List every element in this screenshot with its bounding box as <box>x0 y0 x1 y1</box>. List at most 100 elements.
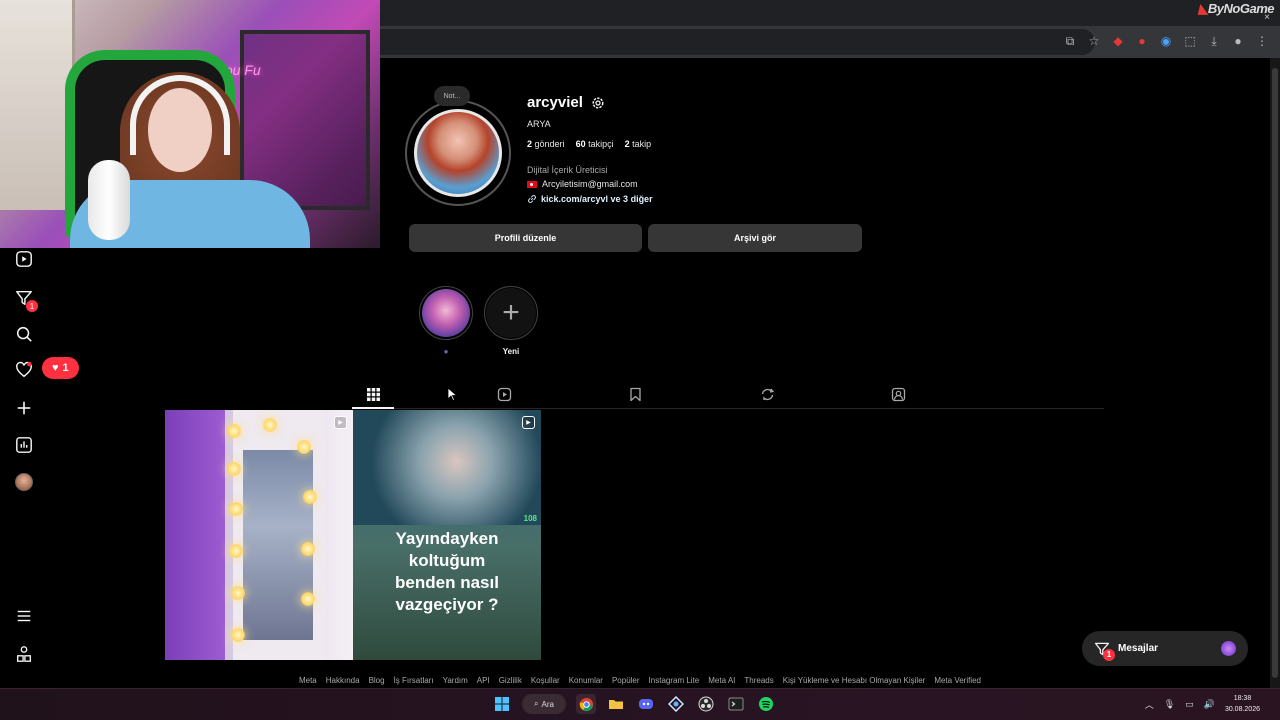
create-plus-icon[interactable] <box>14 398 34 418</box>
terminal-icon[interactable] <box>726 694 746 714</box>
address-bar[interactable] <box>380 29 1095 55</box>
scrollbar-thumb[interactable] <box>1272 68 1278 678</box>
tray-chevron-up-icon[interactable]: ︿ <box>1145 698 1154 711</box>
profile-username: arcyviel <box>527 94 583 111</box>
footer-link[interactable]: Koşullar <box>531 676 560 688</box>
toolbar-icons: ⧉ ☆ ◆ ● ◉ ⬚ ⤓ ● ⋮ <box>1062 33 1270 49</box>
notification-pill[interactable]: ♥ 1 <box>42 357 79 379</box>
heart-icon: ♥ <box>52 362 59 374</box>
avatar <box>15 473 33 491</box>
network-icon[interactable]: ▭ <box>1185 699 1194 710</box>
messages-float-badge: 1 <box>1103 648 1115 661</box>
file-explorer-icon[interactable] <box>606 694 626 714</box>
messages-float-button[interactable]: 1 Mesajlar <box>1082 631 1248 666</box>
profile-icon[interactable]: ● <box>1230 33 1246 49</box>
post-counter: 108 <box>523 514 537 523</box>
footer-links: Meta Hakkında Blog İş Fırsatları Yardım … <box>0 676 1280 688</box>
posts-stat: 2 gönderi <box>527 139 565 149</box>
bulb <box>227 462 241 476</box>
browser-tab-strip: ◣ByNoGame × <box>380 0 1280 26</box>
notifications-heart-icon[interactable] <box>14 360 34 380</box>
footer-link[interactable]: API <box>477 676 490 688</box>
tab-posts-grid-icon[interactable] <box>365 386 381 402</box>
highlight-label: ● <box>443 347 449 356</box>
footer-link[interactable]: Yardım <box>443 676 468 688</box>
tab-tagged-icon[interactable] <box>890 386 906 402</box>
bulb <box>231 586 245 600</box>
followers-stat[interactable]: 60 takipçi <box>576 139 614 149</box>
reel-badge-icon: ▶ <box>334 416 347 429</box>
webcam-door <box>0 0 75 210</box>
taskbar-clock[interactable]: 18:38 30.08.2026 <box>1225 693 1260 715</box>
note-bubble[interactable]: Not... <box>434 86 470 106</box>
footer-link[interactable]: Threads <box>744 676 773 688</box>
menu-dots-icon[interactable]: ⋮ <box>1254 33 1270 49</box>
tab-saved-bookmark-icon[interactable] <box>627 386 643 402</box>
install-app-icon[interactable]: ⧉ <box>1062 33 1078 49</box>
more-apps-icon[interactable] <box>14 644 34 664</box>
instagram-sidebar: 1 ♥ 1 <box>0 248 79 688</box>
discord-icon[interactable] <box>636 694 656 714</box>
reels-nav-icon[interactable] <box>14 249 34 269</box>
footer-link[interactable]: Gizlilik <box>499 676 522 688</box>
footer-link[interactable]: Meta Verified <box>934 676 981 688</box>
post-thumbnail[interactable]: 108 Yayındayken koltuğum benden nasıl va… <box>353 410 541 660</box>
link-icon <box>528 195 536 203</box>
windows-start-icon[interactable] <box>492 694 512 714</box>
download-icon[interactable]: ⤓ <box>1206 33 1222 49</box>
footer-link[interactable]: Meta <box>299 676 317 688</box>
reel-badge-icon: ▶ <box>522 416 535 429</box>
profile-avatar-nav[interactable] <box>14 472 34 492</box>
extensions-puzzle-icon[interactable]: ⬚ <box>1182 33 1198 49</box>
settings-gear-icon[interactable] <box>590 95 606 111</box>
bulb <box>301 592 315 606</box>
hamburger-menu-icon[interactable] <box>14 606 34 626</box>
edit-profile-button[interactable]: Profili düzenle <box>409 224 642 252</box>
footer-link[interactable]: İş Fırsatları <box>394 676 434 688</box>
search-icon[interactable] <box>14 324 34 344</box>
volume-icon[interactable]: 🔊 <box>1204 699 1215 710</box>
clock-date: 30.08.2026 <box>1224 706 1260 713</box>
story-highlight[interactable] <box>419 286 473 340</box>
footer-link[interactable]: Konumlar <box>569 676 603 688</box>
page-scrollbar[interactable] <box>1270 58 1280 688</box>
tab-reposts-icon[interactable] <box>759 386 775 402</box>
tab-reels-icon[interactable] <box>496 386 512 402</box>
profile-link[interactable]: kick.com/arcyvl ve 3 diğer <box>527 194 653 204</box>
bulb <box>229 544 243 558</box>
clock-time: 18:38 <box>1233 695 1252 702</box>
app-diamond-icon[interactable] <box>666 694 686 714</box>
following-stat[interactable]: 2 takip <box>625 139 652 149</box>
footer-link[interactable]: Meta AI <box>708 676 735 688</box>
taskbar-search[interactable]: ⌕ Ara <box>522 694 566 714</box>
extension-red-icon[interactable]: ◆ <box>1110 33 1126 49</box>
dashboard-chart-icon[interactable] <box>14 435 34 455</box>
close-window-button[interactable]: × <box>1264 12 1270 23</box>
microphone-icon[interactable]: 🎙 <box>1164 699 1175 710</box>
footer-link[interactable]: Hakkında <box>326 676 360 688</box>
messages-icon: 1 <box>1094 641 1115 661</box>
view-archive-button[interactable]: Arşivi gör <box>648 224 862 252</box>
footer-link[interactable]: Kişi Yükleme ve Hesabı Olmayan Kişiler <box>783 676 926 688</box>
footer-link[interactable]: Blog <box>369 676 385 688</box>
avatar <box>1221 641 1236 656</box>
new-highlight-button[interactable]: + <box>484 286 538 340</box>
search-label: Ara <box>541 699 554 709</box>
extension-audio-icon[interactable]: ◉ <box>1158 33 1174 49</box>
profile-avatar-ring[interactable] <box>405 100 511 206</box>
bookmark-star-icon[interactable]: ☆ <box>1086 33 1102 49</box>
webcam-microphone <box>88 160 130 240</box>
post-thumbnail[interactable]: ▶ <box>165 410 353 660</box>
messages-nav-icon[interactable]: 1 <box>14 288 38 312</box>
chrome-browser-icon[interactable] <box>576 694 596 714</box>
obs-studio-icon[interactable] <box>696 694 716 714</box>
footer-link[interactable]: Instagram Lite <box>649 676 700 688</box>
extension-record-icon[interactable]: ● <box>1134 33 1150 49</box>
post-scene <box>353 410 541 525</box>
messages-badge: 1 <box>26 300 38 312</box>
spotify-icon[interactable] <box>756 694 776 714</box>
footer-link[interactable]: Popüler <box>612 676 640 688</box>
screen: ◣ByNoGame × ⧉ ☆ ◆ ● ◉ ⬚ ⤓ ● ⋮ Vou Fu 1 ♥… <box>0 0 1280 720</box>
post-caption: Yayındayken koltuğum benden nasıl vazgeç… <box>395 529 499 614</box>
tabs-divider <box>352 408 1104 409</box>
